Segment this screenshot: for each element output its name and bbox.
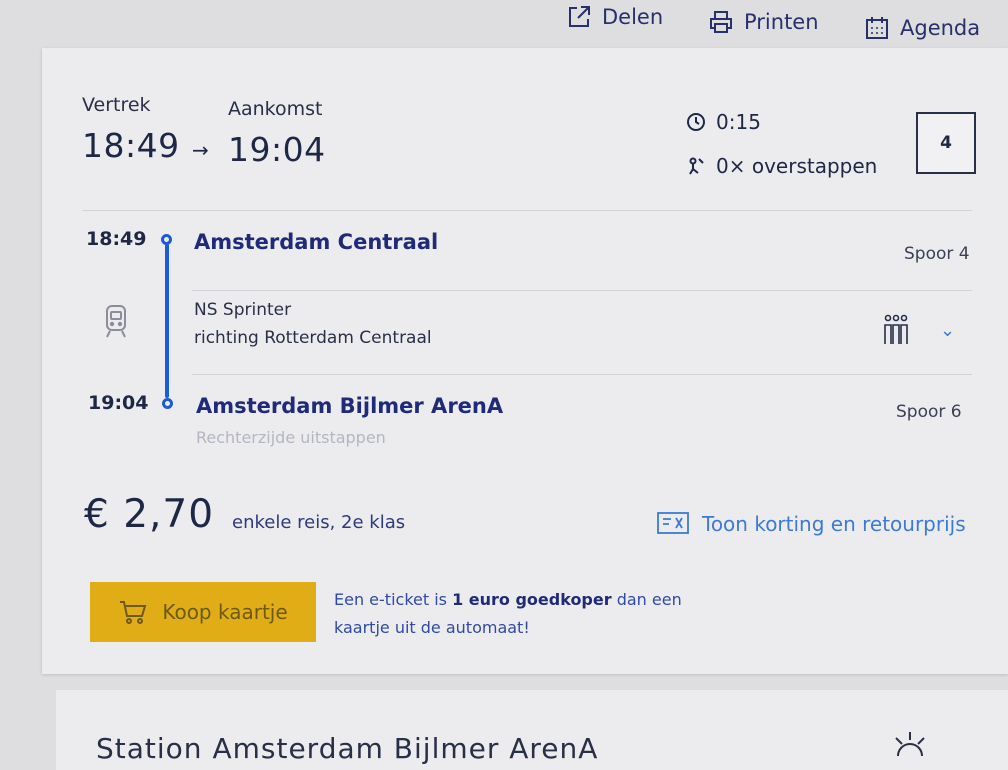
transfers: 0× overstappen	[686, 154, 877, 178]
share-icon	[569, 6, 590, 27]
departure-time: 18:49	[82, 126, 180, 165]
train-info: NS Sprinter richting Rotterdam Centraal	[194, 296, 432, 352]
price-note: enkele reis, 2e klas	[232, 512, 406, 533]
train-direction: richting Rotterdam Centraal	[194, 328, 432, 348]
chevron-down-icon[interactable]: ⌄	[940, 320, 955, 341]
duration: 0:15	[686, 110, 761, 134]
cart-icon	[120, 601, 147, 624]
printer-icon	[710, 11, 732, 33]
train-icon	[104, 304, 128, 344]
arrow-right-icon: →	[192, 138, 209, 162]
eticket-bold: 1 euro goedkoper	[452, 590, 612, 609]
arrival-time: 19:04	[228, 130, 326, 169]
share-button[interactable]: Delen	[566, 4, 663, 30]
eticket-text: Een e-ticket is	[334, 590, 453, 609]
eticket-note: Een e-ticket is 1 euro goedkoper dan een…	[334, 586, 682, 642]
departure-label: Vertrek	[82, 94, 151, 116]
divider	[192, 290, 972, 291]
exit-side-note: Rechterzijde uitstappen	[196, 428, 386, 447]
duration-value: 0:15	[716, 110, 761, 134]
calendar-icon	[866, 17, 888, 39]
transfers-value: 0× overstappen	[716, 154, 878, 178]
station-title: Station Amsterdam Bijlmer ArenA	[96, 732, 599, 765]
print-label: Printen	[744, 10, 819, 34]
arrival-label: Aankomst	[228, 98, 323, 120]
buy-ticket-label: Koop kaartje	[162, 600, 288, 624]
calendar-button[interactable]: Agenda	[864, 15, 980, 41]
share-label: Delen	[602, 5, 664, 29]
stop-name-arrival: Amsterdam Bijlmer ArenA	[196, 394, 504, 418]
stop-platform-departure: Spoor 4	[904, 244, 970, 264]
eticket-line-2: kaartje uit de automaat!	[334, 618, 530, 637]
ticket-discount-icon	[657, 512, 689, 534]
train-type: NS Sprinter	[194, 300, 292, 320]
buy-ticket-button[interactable]: Koop kaartje	[90, 582, 316, 642]
station-card: Station Amsterdam Bijlmer ArenA	[56, 690, 1008, 770]
stop-time-arrival: 19:04	[88, 392, 149, 414]
transfer-icon	[689, 157, 704, 175]
price-amount: € 2,70	[84, 492, 215, 537]
crowd-icon	[882, 314, 916, 350]
route-line	[165, 244, 169, 398]
print-button[interactable]: Printen	[708, 9, 819, 35]
clock-icon	[687, 113, 705, 131]
stop-time-departure: 18:49	[86, 228, 147, 250]
stop-platform-arrival: Spoor 6	[896, 402, 962, 422]
platform-badge: 4	[916, 112, 976, 174]
eticket-text-2: dan een	[611, 590, 682, 609]
discount-label: Toon korting en retourprijs	[702, 512, 966, 536]
stop-dot-arrival	[162, 398, 173, 409]
divider	[192, 374, 972, 375]
divider	[82, 210, 972, 211]
discount-link[interactable]: Toon korting en retourprijs	[656, 510, 966, 538]
stop-name-departure: Amsterdam Centraal	[194, 230, 439, 254]
calendar-label: Agenda	[900, 16, 981, 40]
trip-card: Vertrek 18:49 → Aankomst 19:04 0:15 0× o…	[42, 48, 1008, 674]
